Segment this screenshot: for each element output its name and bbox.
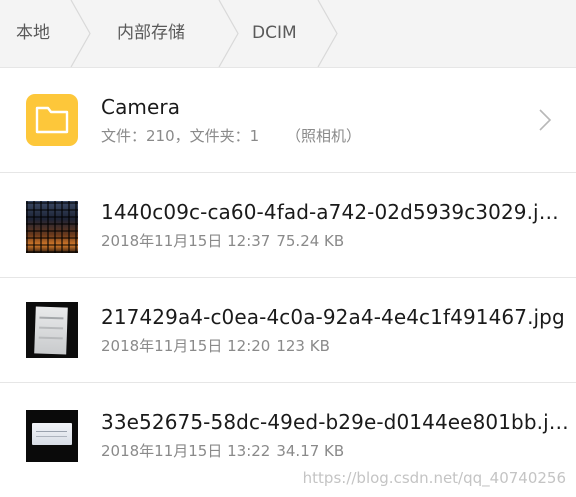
image-thumbnail [26,201,78,253]
file-name: 217429a4-c0ea-4c0a-92a4-4e4c1f491467.jpg [101,305,565,329]
file-meta: 2018年11月15日 12:37 75.24 KB [101,230,344,251]
breadcrumb: 本地 内部存储 DCIM [0,0,576,68]
file-size: 34.17 KB [276,442,345,460]
file-size: 75.24 KB [276,232,345,250]
list-item-file[interactable]: 1440c09c-ca60-4fad-a742-02d5939c3029.j… … [0,173,576,278]
file-date: 2018年11月15日 13:22 [101,442,271,460]
folder-file-count: 文件：210，文件夹：1 [101,127,260,145]
breadcrumb-separator-icon [218,0,239,67]
file-name: 33e52675-58dc-49ed-b29e-d0144ee801bb.j… [101,410,569,434]
breadcrumb-item-internal-storage[interactable]: 内部存储 [117,0,185,67]
breadcrumb-separator-icon [70,0,91,67]
list-item-file[interactable]: 217429a4-c0ea-4c0a-92a4-4e4c1f491467.jpg… [0,278,576,383]
breadcrumb-item-dcim[interactable]: DCIM [252,0,297,67]
watermark: https://blog.csdn.net/qq_40740256 [302,469,566,487]
file-list: Camera 文件：210，文件夹：1 （照相机） 1440c09c-ca60-… [0,68,576,487]
image-thumbnail [26,410,78,462]
file-name: 1440c09c-ca60-4fad-a742-02d5939c3029.j… [101,200,559,224]
file-date: 2018年11月15日 12:20 [101,337,271,355]
breadcrumb-item-local[interactable]: 本地 [16,0,50,67]
file-meta: 2018年11月15日 13:22 34.17 KB [101,440,344,461]
file-meta: 2018年11月15日 12:20 123 KB [101,335,330,356]
folder-alias: （照相机） [285,127,361,145]
list-item-folder-camera[interactable]: Camera 文件：210，文件夹：1 （照相机） [0,68,576,173]
folder-icon [26,94,78,146]
file-date: 2018年11月15日 12:37 [101,232,271,250]
chevron-right-icon [539,109,552,131]
breadcrumb-separator-icon [317,0,338,67]
folder-meta: 文件：210，文件夹：1 （照相机） [101,125,361,146]
file-size: 123 KB [276,337,330,355]
image-thumbnail [26,302,78,358]
folder-name: Camera [101,95,181,119]
